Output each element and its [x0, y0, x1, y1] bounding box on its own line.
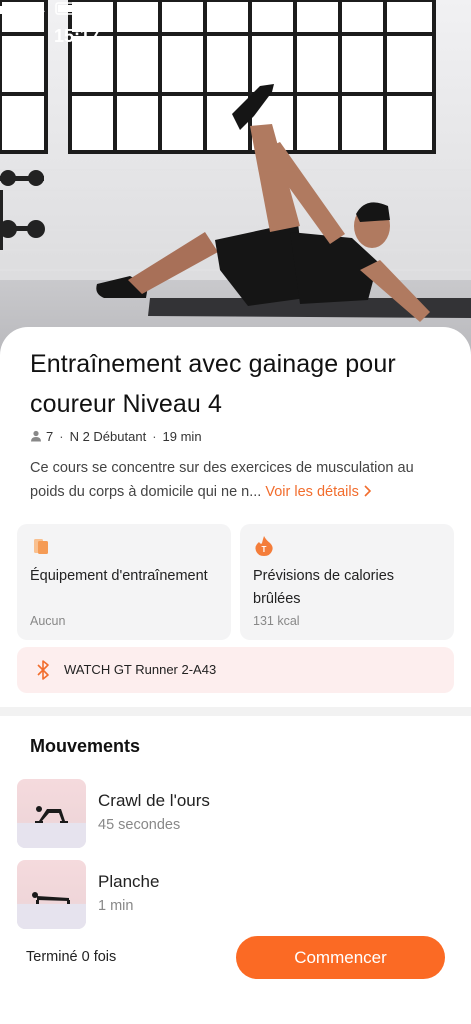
movements-heading: Mouvements — [30, 736, 141, 756]
calorie-icon: T — [255, 536, 273, 556]
equipment-value: Aucun — [30, 614, 66, 628]
movement-thumbnail — [17, 860, 86, 929]
participants-count: 7 — [46, 428, 54, 444]
meta-separator: · — [59, 428, 64, 444]
status-time: 15:17 — [54, 26, 101, 46]
movement-duration: 1 min — [98, 898, 134, 914]
workout-title: Entraînement avec gainage pour coureur N… — [30, 350, 396, 418]
equipment-card: Équipement d'entraînement Aucun — [17, 524, 231, 640]
chevron-right-icon — [364, 485, 371, 497]
equipment-icon — [34, 539, 48, 554]
movement-item[interactable]: Crawl de l'ours 45 secondes — [17, 779, 454, 849]
svg-text:T: T — [262, 545, 267, 554]
bluetooth-icon — [37, 660, 49, 680]
workout-meta: 7 · N 2 Débutant · 19 min — [30, 426, 202, 446]
start-button[interactable]: Commencer — [236, 936, 445, 979]
bottom-action-bar: Terminé 0 fois Commencer — [0, 930, 471, 1024]
bear-crawl-figure — [17, 806, 86, 848]
device-name: WATCH GT Runner 2-A43 — [64, 662, 217, 677]
plank-figure — [17, 892, 86, 929]
movement-thumbnail — [17, 779, 86, 848]
back-arrow-icon[interactable] — [0, 0, 30, 30]
hero-image: 15:17 — [0, 0, 471, 360]
movement-name: Planche — [98, 872, 160, 891]
movement-duration: 45 secondes — [98, 817, 181, 833]
equipment-title: Équipement d'entraînement — [30, 568, 208, 584]
workout-description: Ce cours se concentre sur des exercices … — [30, 456, 450, 504]
calories-title: Prévisions de calories brûlées — [253, 568, 395, 607]
see-details-link[interactable]: Voir les détails — [265, 484, 372, 500]
see-details-label: Voir les détails — [265, 484, 359, 500]
device-connection-bar[interactable]: WATCH GT Runner 2-A43 — [17, 647, 454, 693]
meta-separator: · — [152, 428, 157, 444]
movement-name: Crawl de l'ours — [98, 791, 210, 810]
status-bar: 15:17 — [0, 0, 471, 70]
calories-value: 131 kcal — [253, 614, 300, 628]
calories-card: T Prévisions de calories brûlées 131 kca… — [240, 524, 454, 640]
user-icon — [31, 430, 41, 442]
section-divider — [0, 707, 471, 716]
level-label: N 2 Débutant — [69, 428, 147, 444]
duration-label: 19 min — [162, 428, 202, 444]
completed-count: Terminé 0 fois — [26, 949, 117, 965]
movement-item[interactable]: Planche 1 min — [17, 860, 454, 930]
